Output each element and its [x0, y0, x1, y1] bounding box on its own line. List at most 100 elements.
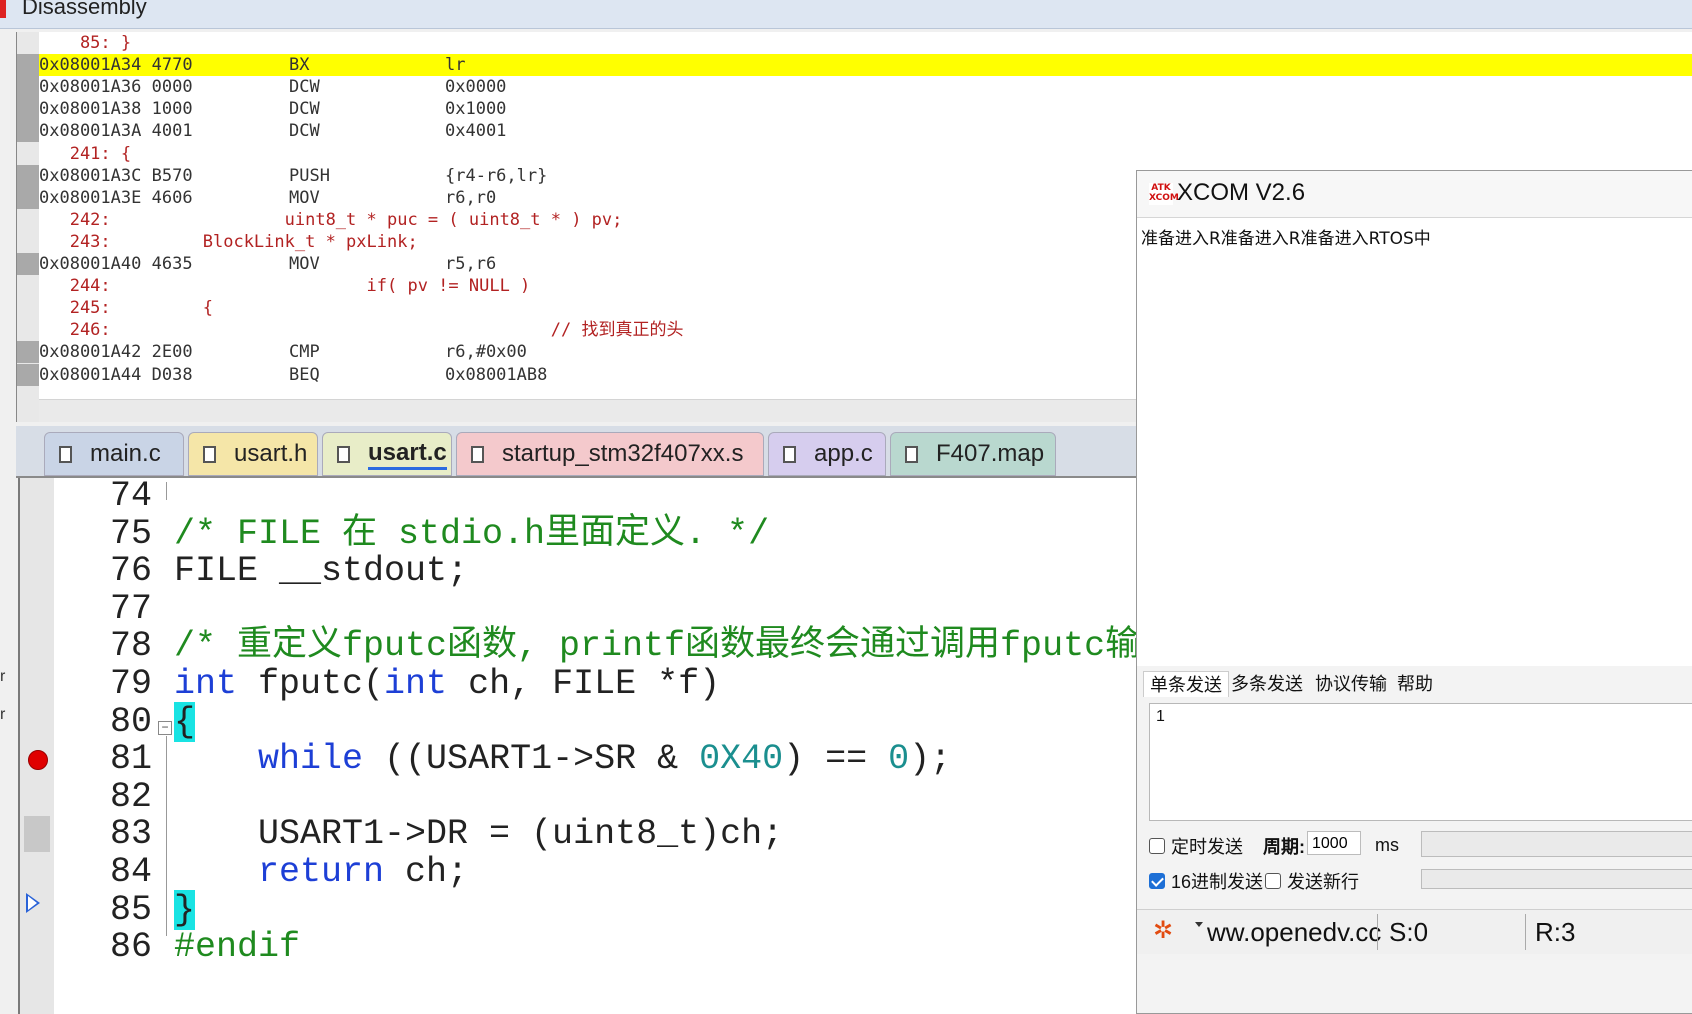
status-divider: [1377, 914, 1378, 950]
source-line[interactable]: 241: {: [39, 143, 1692, 165]
tab-protocol[interactable]: 协议传输: [1309, 671, 1393, 697]
asm-line[interactable]: 0x08001A38 1000 DCW 0x1000: [17, 98, 1692, 121]
xcom-send-tabs: 单条发送 多条发送 协议传输 帮助: [1137, 669, 1692, 699]
hex-send-row[interactable]: 16进制发送: [1149, 868, 1263, 894]
timed-send-checkbox[interactable]: [1149, 838, 1165, 854]
code-token: ch;: [384, 852, 469, 892]
send-button[interactable]: [1421, 831, 1692, 857]
tab-app-c[interactable]: app.c: [768, 432, 886, 476]
code-line[interactable]: 83 USART1->DR = (uint8_t)ch;: [20, 816, 1140, 853]
asm-operand: r6,r0: [445, 187, 497, 208]
keyword: int: [384, 664, 448, 704]
code-line[interactable]: 77: [20, 588, 1140, 629]
chevron-down-icon[interactable]: [1195, 922, 1203, 927]
tab-help[interactable]: 帮助: [1391, 671, 1439, 697]
hex-send-checkbox[interactable]: [1149, 873, 1165, 889]
progress-bar: [1421, 869, 1692, 889]
line-number: 81: [109, 739, 152, 780]
asm-address: 0x08001A40: [39, 254, 142, 274]
keyword: while: [258, 739, 364, 780]
code-line[interactable]: 80 {: [20, 701, 1140, 742]
asm-line[interactable]: 0x08001A36 0000 DCW 0x0000: [17, 76, 1692, 99]
code-line[interactable]: 75 /* FILE 在 stdio.h里面定义. */: [20, 515, 1140, 553]
tab-label: usart.c: [368, 439, 447, 470]
asm-line[interactable]: 0x08001A3A 4001 DCW 0x4001: [17, 120, 1692, 143]
receive-area[interactable]: 准备进入R准备进入R准备进入RTOS中: [1137, 218, 1692, 666]
timed-send-label: 定时发送: [1171, 837, 1243, 857]
line-number: 77: [109, 588, 152, 629]
code-text: int fputc(int ch, FILE *f): [174, 666, 720, 703]
source-text: 241: {: [39, 143, 132, 164]
xcom-window: ATK XCOM XCOM V2.6 准备进入R准备进入R准备进入RTOS中 单条…: [1136, 170, 1692, 1014]
asm-operand: lr: [445, 55, 466, 76]
code-line[interactable]: 81 while ((USART1->SR & 0X40) == 0);: [20, 741, 1140, 778]
code-marker: [17, 186, 39, 209]
code-token: ) ==: [783, 739, 889, 780]
asm-opcode: 4001: [151, 121, 193, 142]
window-marker: [0, 0, 6, 18]
code-line[interactable]: 76 FILE __stdout;: [20, 553, 1140, 590]
code-line[interactable]: 74: [20, 478, 1140, 515]
asm-mnemonic: DCW: [289, 121, 320, 142]
code-editor[interactable]: − 74 75/* FILE 在 stdio.h里面定义. */76 FILE __…: [18, 478, 1140, 1014]
code-token: ((USART1->SR &: [363, 739, 700, 780]
xcom-title: XCOM V2.6: [1177, 179, 1306, 206]
asm-address: 0x08001A3E: [39, 187, 142, 208]
tab-main-c[interactable]: main.c: [44, 432, 184, 476]
code-line[interactable]: 79 int fputc(int ch, FILE *f): [20, 666, 1140, 703]
status-bar: ✲ ww.openedv.cc S:0 R:3: [1137, 909, 1692, 954]
status-sent-count: S:0: [1389, 917, 1429, 947]
gear-icon[interactable]: ✲: [1153, 918, 1173, 944]
atk-xcom-logo-icon: ATK XCOM: [1149, 183, 1179, 205]
asm-line[interactable]: 0x08001A34 4770 BX lr: [17, 54, 1692, 77]
tab-startup-stm32f407xx-s[interactable]: startup_stm32f407xx.s: [456, 432, 764, 476]
xcom-title-bar[interactable]: ATK XCOM XCOM V2.6: [1137, 171, 1692, 218]
asm-mnemonic: DCW: [289, 99, 320, 120]
code-line[interactable]: 78 /* 重定义fputc函数, printf函数最终会通过调用fputc输: [20, 628, 1140, 665]
line-number: 79: [109, 664, 152, 704]
code-line[interactable]: 85}: [20, 889, 1140, 930]
tab-single-send[interactable]: 单条发送: [1143, 671, 1229, 697]
code-marker: [17, 253, 39, 275]
asm-opcode: 2E00: [151, 342, 193, 363]
code-text: #endif: [174, 929, 300, 966]
asm-opcode: 4606: [151, 187, 193, 208]
line-number: 82: [109, 776, 152, 817]
comment: /* 重定义fputc函数, printf函数最终会通过调用fputc输: [174, 626, 1140, 667]
asm-address: 0x08001A44: [39, 364, 142, 385]
period-input[interactable]: 1000: [1307, 831, 1361, 855]
code-text: FILE __stdout;: [174, 553, 468, 590]
newline-row[interactable]: 发送新行: [1265, 868, 1359, 894]
code-marker: [17, 54, 39, 77]
number-literal: 0: [888, 739, 910, 780]
status-received-count: R:3: [1535, 917, 1576, 947]
asm-operand: r5,r6: [445, 254, 497, 274]
code-text: /* FILE 在 stdio.h里面定义. */: [174, 515, 769, 553]
asm-address: 0x08001A3A: [39, 121, 142, 142]
status-url[interactable]: ww.openedv.cc: [1207, 912, 1381, 952]
line-number: 86: [109, 927, 152, 968]
tab-multi-send[interactable]: 多条发送: [1225, 671, 1309, 697]
tab-usart-h[interactable]: usart.h: [188, 432, 318, 476]
source-line[interactable]: 85: }: [39, 32, 1692, 54]
line-number: 80: [109, 701, 152, 742]
send-input[interactable]: 1: [1149, 703, 1692, 821]
source-text: 245: {: [39, 298, 213, 319]
code-line[interactable]: 84 return ch;: [20, 854, 1140, 891]
tab-usart-c[interactable]: usart.c: [322, 432, 452, 476]
editor-tab-bar: main.c usart.h usart.c startup_stm32f407xx.…: [16, 426, 1156, 478]
asm-opcode: 4635: [151, 254, 193, 274]
newline-checkbox[interactable]: [1265, 873, 1281, 889]
code-line[interactable]: 86 #endif: [20, 929, 1140, 966]
timed-send-row[interactable]: 定时发送: [1149, 833, 1243, 859]
code-text: /* 重定义fputc函数, printf函数最终会通过调用fputc输: [174, 628, 1140, 665]
asm-operand: 0x1000: [445, 99, 507, 120]
period-label: 周期:: [1263, 837, 1305, 857]
code-line[interactable]: 82: [20, 776, 1140, 817]
code-marker: [17, 76, 39, 99]
code-token: fputc(: [237, 664, 385, 704]
line-number: 76: [109, 551, 152, 592]
code-token: ch, FILE *f): [447, 664, 721, 704]
tab-f407-map[interactable]: F407.map: [890, 432, 1056, 476]
edge-mark: r: [0, 706, 6, 723]
